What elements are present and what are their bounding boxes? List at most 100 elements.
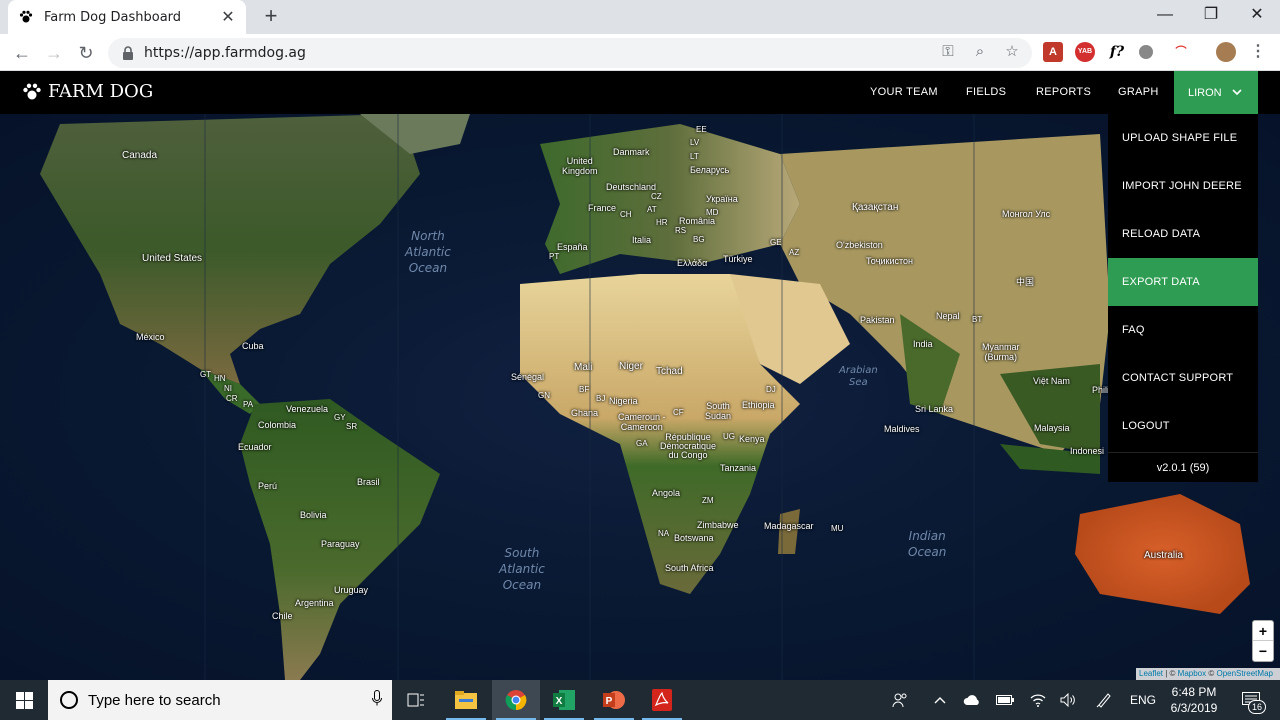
profile-avatar[interactable]	[1216, 42, 1236, 62]
world-map[interactable]: Canada United States México Cuba GT HN N…	[0, 114, 1280, 680]
nav-reports[interactable]: REPORTS	[1036, 71, 1091, 114]
file-explorer-icon[interactable]	[442, 680, 490, 720]
wifi-icon[interactable]	[1026, 680, 1050, 720]
chrome-taskbar-icon[interactable]	[492, 680, 540, 720]
language-indicator[interactable]: ENG	[1126, 680, 1160, 720]
map-label-vietnam: Việt Nam	[1033, 376, 1070, 386]
zoom-icon[interactable]: ⌕	[970, 42, 990, 62]
excel-taskbar-icon[interactable]: X	[540, 680, 588, 720]
clock[interactable]: 6:48 PM 6/3/2019	[1162, 684, 1226, 716]
map-label-zimbabwe: Zimbabwe	[697, 520, 739, 530]
microphone-icon[interactable]	[362, 689, 392, 711]
acrobat-extension-icon[interactable]: A	[1043, 42, 1063, 62]
map-label-sri-lanka: Sri Lanka	[915, 404, 954, 414]
map-label-cf: CF	[673, 408, 684, 417]
volume-icon[interactable]	[1056, 680, 1080, 720]
map-label-az: AZ	[789, 248, 800, 257]
menu-contact-support[interactable]: CONTACT SUPPORT	[1108, 354, 1258, 402]
map-label-mongolia: Монгол Улс	[1002, 209, 1051, 219]
map-label-india: India	[913, 339, 933, 349]
map-label-ghana: Ghana	[571, 408, 599, 418]
svg-text:P: P	[606, 696, 613, 707]
zoom-out-button[interactable]: −	[1253, 641, 1273, 661]
pen-ink-icon[interactable]	[1092, 680, 1116, 720]
map-zoom-control: + −	[1252, 620, 1274, 662]
map-label-gy: GY	[334, 413, 346, 422]
acrobat-taskbar-icon[interactable]	[638, 680, 686, 720]
reload-button[interactable]: ↻	[73, 40, 99, 66]
map-label-mu: MU	[831, 524, 844, 533]
tab-title: Farm Dog Dashboard	[44, 9, 182, 25]
people-icon[interactable]	[888, 680, 912, 720]
attrib-sep: | ©	[1163, 669, 1178, 678]
map-label-cr: CR	[226, 394, 238, 403]
show-hidden-icons-chevron-icon[interactable]	[928, 680, 952, 720]
nav-fields[interactable]: FIELDS	[966, 71, 1006, 114]
yab-extension-icon[interactable]: YAB	[1075, 42, 1095, 62]
circle-extension-icon[interactable]	[1139, 45, 1153, 59]
close-window-button[interactable]: ✕	[1234, 0, 1280, 34]
map-label-uzbekiston: O'zbekiston	[836, 240, 883, 250]
ocean-label-arabian-sea: Arabian Sea	[839, 365, 878, 388]
powerpoint-taskbar-icon[interactable]: P	[590, 680, 638, 720]
map-label-sr: SR	[346, 422, 358, 431]
key-icon[interactable]: ⚿	[938, 42, 958, 62]
clock-date: 6/3/2019	[1170, 701, 1218, 715]
battery-icon[interactable]	[993, 680, 1017, 720]
formula-extension-icon[interactable]: f?	[1107, 42, 1127, 62]
omnibox[interactable]: https://app.farmdog.ag	[108, 38, 1032, 68]
map-label-pt: PT	[549, 252, 560, 261]
browser-tab[interactable]: Farm Dog Dashboard ✕	[8, 0, 246, 34]
bookmark-star-icon[interactable]: ☆	[1002, 42, 1022, 62]
menu-import-john-deere[interactable]: IMPORT JOHN DEERE	[1108, 162, 1258, 210]
attrib-mapbox-link[interactable]: Mapbox	[1178, 669, 1206, 678]
menu-export-data[interactable]: EXPORT DATA	[1108, 258, 1258, 306]
map-label-colombia: Colombia	[258, 420, 297, 430]
restore-button[interactable]: ❐	[1188, 0, 1234, 34]
new-tab-button[interactable]: +	[258, 4, 284, 30]
browser-menu-icon[interactable]: ⋮	[1248, 42, 1268, 62]
app-logo[interactable]: FARM DOG	[22, 81, 153, 102]
map-label-romania: România	[679, 216, 716, 226]
map-label-ethiopia: Ethiopia	[742, 400, 775, 410]
map-label-italia: Italia	[632, 235, 652, 245]
map-label-venezuela: Venezuela	[286, 404, 329, 414]
app-header: FARM DOG YOUR TEAM FIELDS REPORTS GRAPH …	[0, 71, 1280, 114]
map-label-france: France	[588, 203, 617, 213]
minimize-button[interactable]: —	[1142, 0, 1188, 34]
nav-graph[interactable]: GRAPH	[1118, 71, 1159, 114]
menu-logout[interactable]: LOGOUT	[1108, 402, 1258, 450]
map-label-uruguay: Uruguay	[334, 585, 369, 595]
action-center-button[interactable]: 16	[1234, 680, 1268, 720]
zoom-in-button[interactable]: +	[1253, 621, 1273, 641]
map-label-united-states: United States	[142, 253, 203, 264]
task-view-icon[interactable]	[392, 680, 440, 720]
map-label-md: MD	[706, 208, 719, 217]
map-label-ga: GA	[636, 439, 648, 448]
back-button[interactable]: ←	[9, 40, 35, 66]
rainbow-extension-icon[interactable]: ⌒	[1171, 42, 1191, 62]
ocean-label-south-atlantic: South Atlantic Ocean	[499, 546, 545, 592]
map-label-bj: BJ	[596, 394, 606, 403]
map-label-brasil: Brasil	[357, 477, 380, 487]
cortana-icon	[60, 691, 78, 709]
map-label-chile: Chile	[272, 611, 293, 621]
attrib-osm-link[interactable]: OpenStreetMap	[1216, 669, 1272, 678]
map-label-tanzania: Tanzania	[720, 463, 757, 473]
user-menu-button[interactable]: LIRON	[1174, 71, 1258, 114]
lock-icon	[123, 46, 133, 60]
tab-close-icon[interactable]: ✕	[220, 7, 236, 27]
map-label-tchad: Tchad	[656, 366, 683, 377]
map-label-ellada: Ελλάδα	[677, 258, 708, 268]
forward-button[interactable]: →	[41, 40, 67, 66]
taskbar-search[interactable]: Type here to search	[48, 680, 392, 720]
nav-your-team[interactable]: YOUR TEAM	[870, 71, 938, 114]
onedrive-cloud-icon[interactable]	[960, 680, 984, 720]
menu-faq[interactable]: FAQ	[1108, 306, 1258, 354]
attrib-leaflet-link[interactable]: Leaflet	[1139, 669, 1163, 678]
map-label-at: AT	[647, 205, 657, 214]
map-label-cz: CZ	[651, 192, 662, 201]
menu-reload-data[interactable]: RELOAD DATA	[1108, 210, 1258, 258]
menu-upload-shape-file[interactable]: UPLOAD SHAPE FILE	[1108, 114, 1258, 162]
start-button[interactable]	[0, 680, 48, 720]
